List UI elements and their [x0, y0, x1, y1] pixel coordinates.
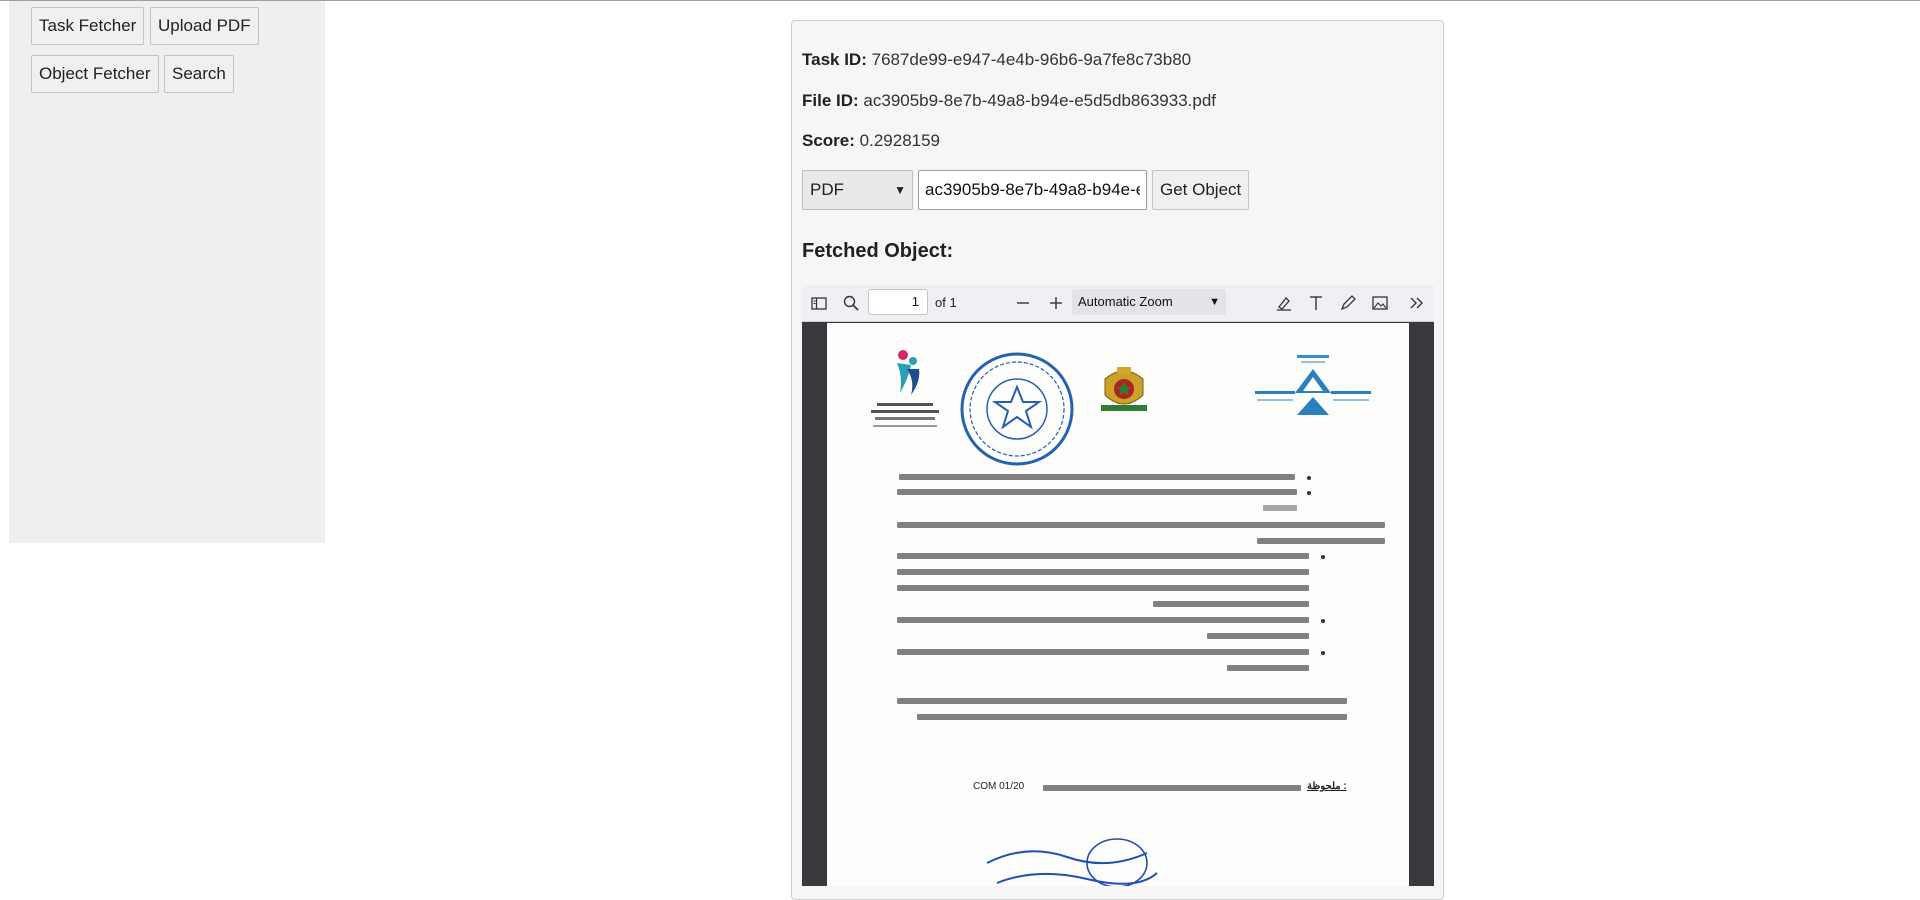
text-line: [897, 698, 1347, 704]
task-fetcher-button[interactable]: Task Fetcher: [31, 7, 145, 45]
text-line: [897, 649, 1309, 655]
draw-icon[interactable]: [1339, 294, 1357, 312]
text-line: [1153, 601, 1309, 607]
file-id-label: File ID:: [802, 91, 859, 110]
ministry-logo: [1255, 355, 1371, 415]
search-icon[interactable]: [842, 294, 860, 312]
text-line: [1207, 633, 1309, 639]
text-line: [897, 585, 1309, 591]
highlight-icon[interactable]: [1275, 294, 1293, 312]
file-id-row: File ID: ac3905b9-8e7b-49a8-b94e-e5d5db8…: [802, 91, 1216, 111]
zoom-in-icon[interactable]: [1047, 294, 1065, 312]
object-id-input[interactable]: [918, 170, 1147, 210]
image-icon[interactable]: [1371, 294, 1389, 312]
get-object-button[interactable]: Get Object: [1152, 170, 1250, 210]
text-line: [1257, 538, 1385, 544]
object-type-value: PDF: [810, 180, 844, 199]
score-label: Score:: [802, 131, 855, 150]
object-fetcher-button[interactable]: Object Fetcher: [31, 55, 159, 93]
bullet: [1321, 555, 1325, 559]
sidebar-toggle-icon[interactable]: [810, 294, 828, 312]
text-line: [1043, 785, 1301, 791]
pdf-page: ملحوظة : COM 01/20: [827, 323, 1409, 886]
object-type-select[interactable]: PDF ▼: [802, 170, 913, 210]
zoom-value: Automatic Zoom: [1078, 294, 1173, 309]
foundation-logo: [871, 350, 939, 427]
zoom-out-icon[interactable]: [1014, 294, 1032, 312]
chevron-down-icon: ▼: [894, 183, 906, 197]
note-reference: COM 01/20: [973, 781, 1025, 792]
coat-of-arms-emblem: [1101, 367, 1147, 411]
chevron-down-icon: ▼: [1209, 296, 1220, 308]
task-id-value: 7687de99-e947-4e4b-96b6-9a7fe8c73b80: [871, 50, 1192, 69]
text-line: [897, 617, 1309, 623]
circular-stamp: [960, 352, 1074, 466]
task-id-label: Task ID:: [802, 50, 867, 69]
text-line: [897, 489, 1297, 495]
signature-stamp: [986, 838, 1158, 886]
score-value: 0.2928159: [859, 131, 941, 150]
page-number-input[interactable]: 1: [868, 289, 928, 315]
pdf-viewer[interactable]: 1 of 1 Automatic Zoom ▼ ملحوظة: COM 01/…: [802, 285, 1434, 886]
bullet: [1307, 476, 1311, 480]
zoom-select[interactable]: Automatic Zoom ▼: [1072, 289, 1226, 315]
fetched-object-heading: Fetched Object:: [802, 240, 954, 262]
file-id-value: ac3905b9-8e7b-49a8-b94e-e5d5db863933.pdf: [863, 91, 1216, 110]
text-line: [899, 474, 1295, 480]
task-id-row: Task ID: 7687de99-e947-4e4b-96b6-9a7fe8c…: [802, 50, 1191, 70]
upload-pdf-button[interactable]: Upload PDF: [150, 7, 259, 45]
note-label: ملحوظة :: [1307, 781, 1347, 792]
text-line: [1227, 665, 1309, 671]
pdf-toolbar: 1 of 1 Automatic Zoom ▼: [802, 285, 1434, 322]
tools-icon[interactable]: [1408, 294, 1426, 312]
page-count-label: of 1: [935, 295, 957, 310]
search-button[interactable]: Search: [164, 55, 234, 93]
sidebar: Task Fetcher Upload PDF Object Fetcher S…: [9, 1, 325, 543]
text-line: [917, 714, 1347, 720]
bullet: [1321, 619, 1325, 623]
text-line: [897, 522, 1385, 528]
text-line: [897, 569, 1309, 575]
text-icon[interactable]: [1307, 294, 1325, 312]
text-line: [897, 553, 1309, 559]
score-row: Score: 0.2928159: [802, 131, 940, 151]
bullet: [1307, 491, 1311, 495]
text-line: [1263, 505, 1297, 511]
bullet: [1321, 651, 1325, 655]
